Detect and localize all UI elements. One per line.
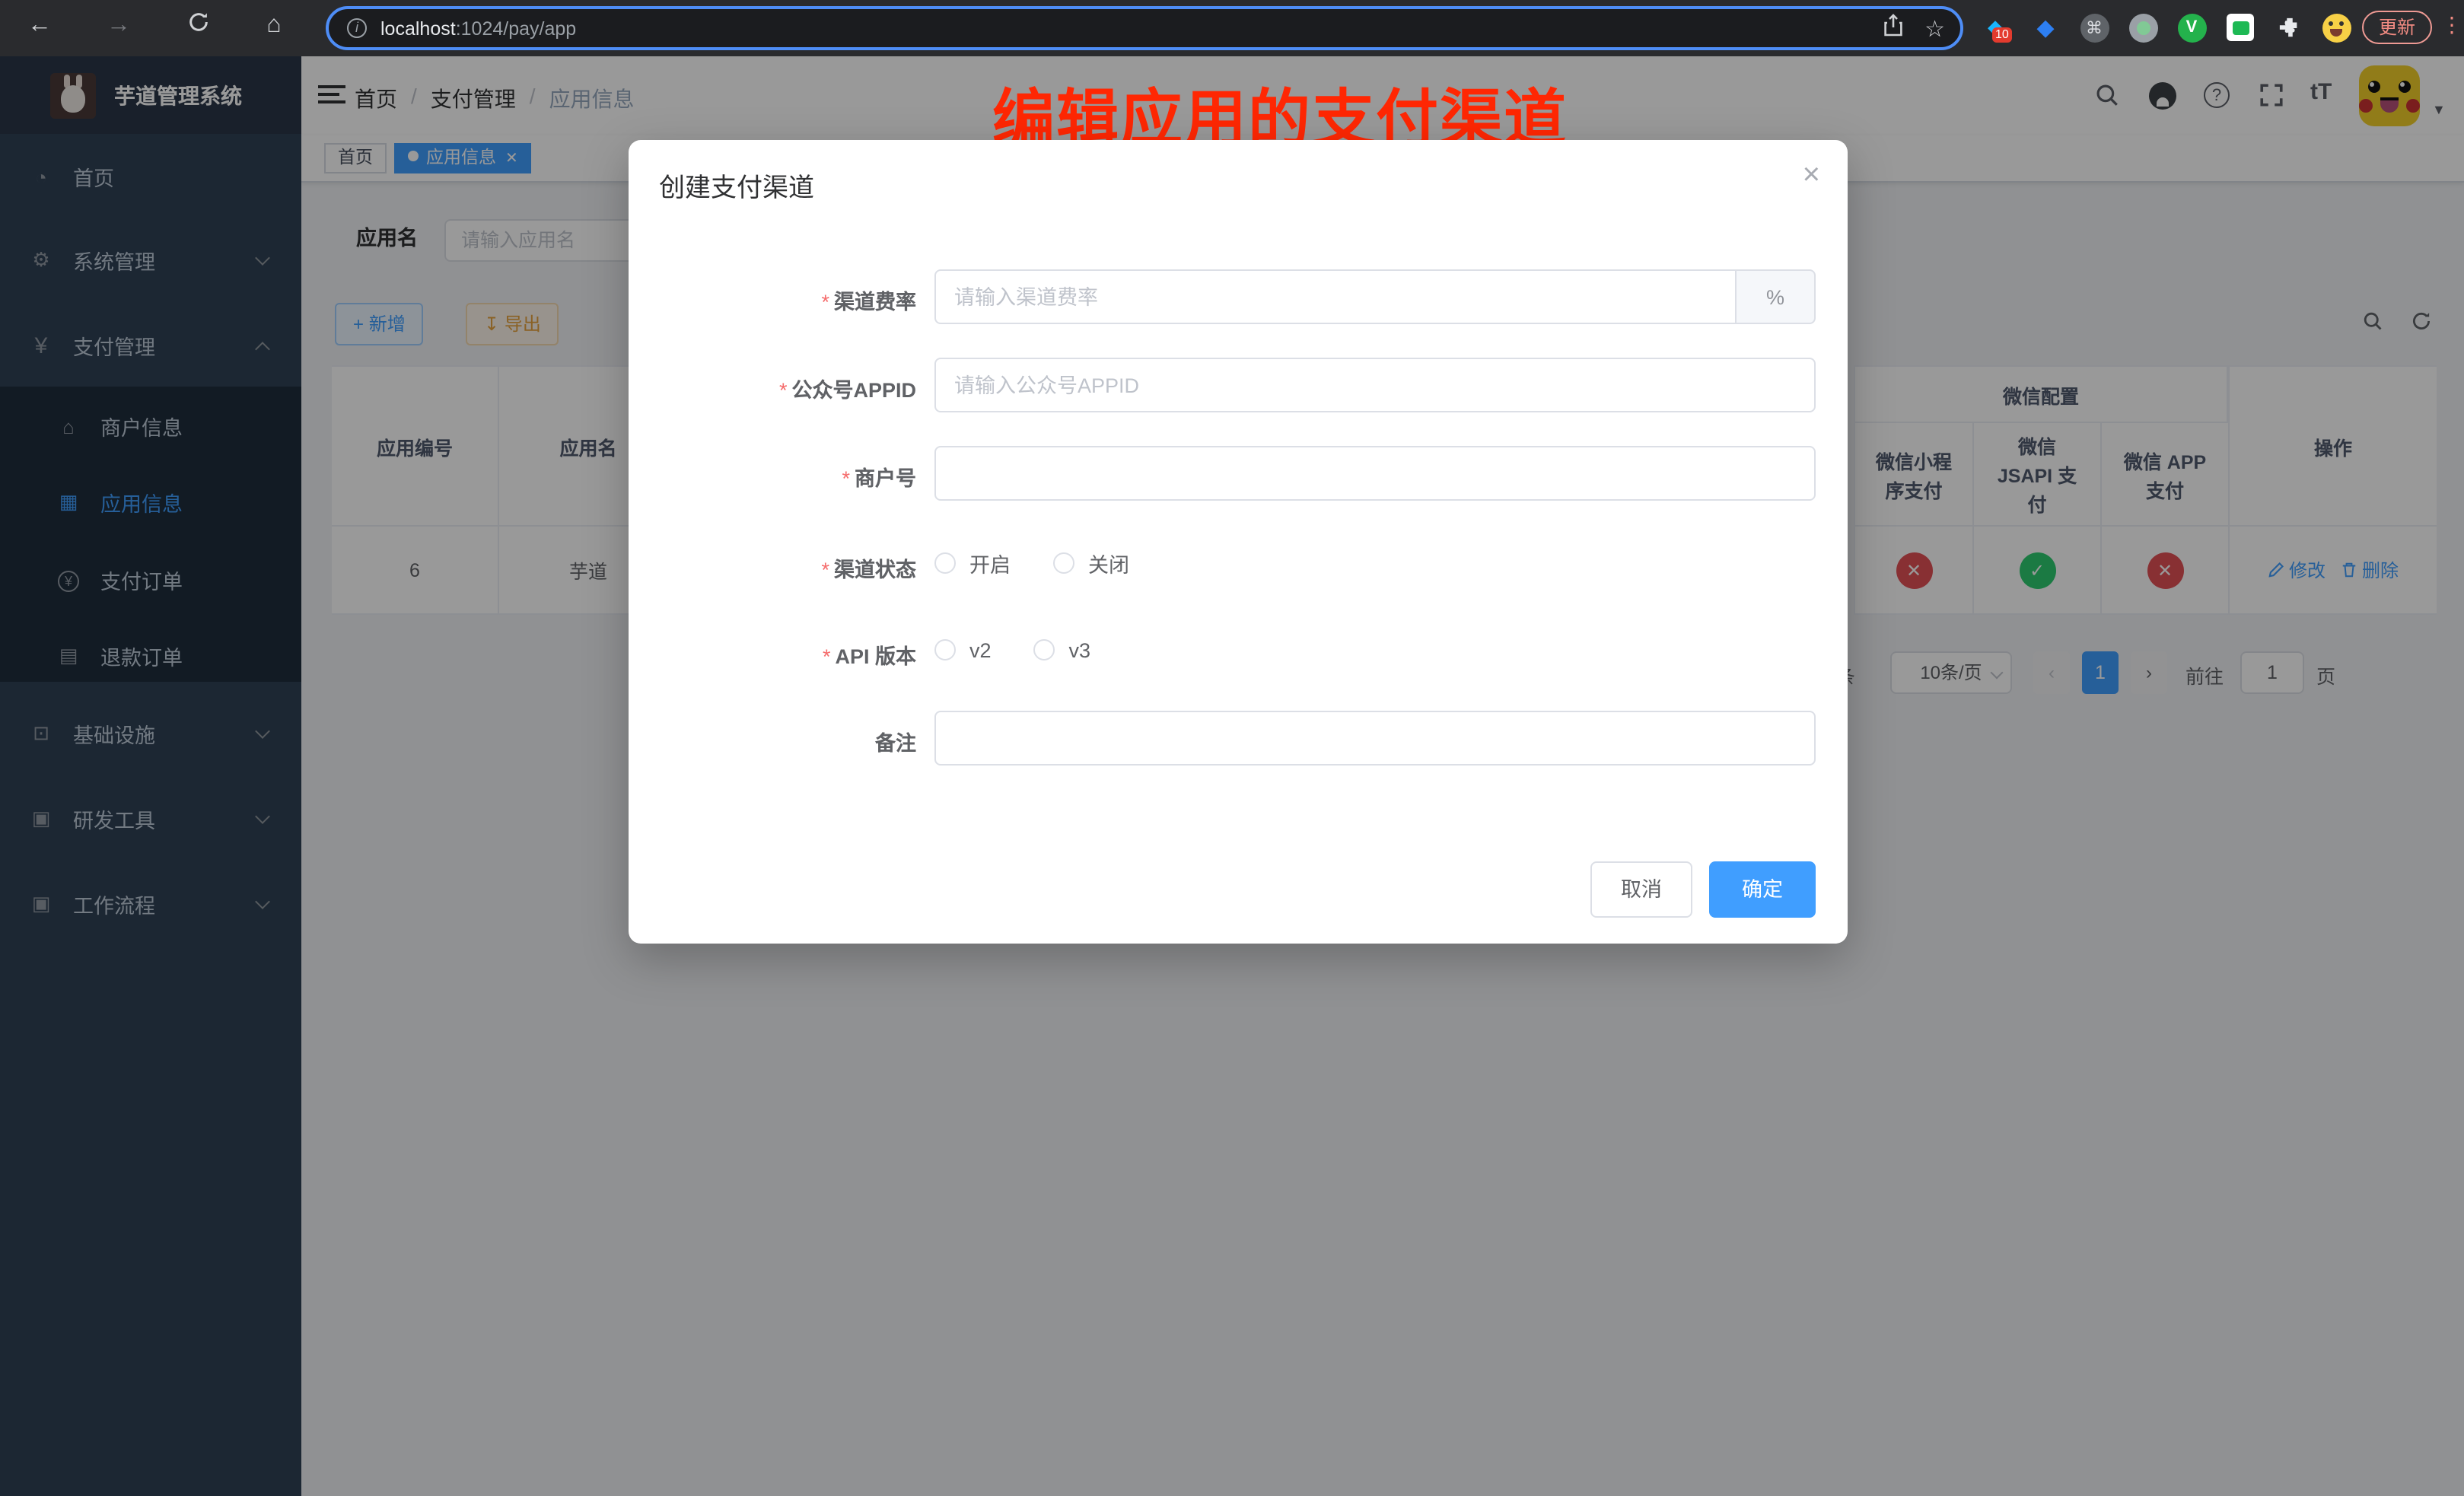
extension-icon-tasks[interactable]: ◆10 <box>1979 11 2012 44</box>
rate-input[interactable] <box>934 269 1737 324</box>
browser-menu-icon[interactable]: ⋮ <box>2441 12 2462 38</box>
profile-avatar-icon[interactable] <box>2319 11 2353 44</box>
back-icon[interactable]: ← <box>21 12 58 40</box>
url-bar[interactable]: i localhost:1024/pay/app ☆ <box>326 6 1963 50</box>
field-label-remark: 备注 <box>629 726 916 756</box>
confirm-button[interactable]: 确定 <box>1709 861 1816 918</box>
radio-icon <box>934 639 956 660</box>
appid-input[interactable] <box>934 358 1816 412</box>
browser-toolbar: ← → ⌂ i localhost:1024/pay/app ☆ ◆10 ◆ ⌘… <box>0 0 2464 56</box>
screen: ← → ⌂ i localhost:1024/pay/app ☆ ◆10 ◆ ⌘… <box>0 0 2464 1496</box>
radio-icon <box>934 552 956 574</box>
field-label-rate: *渠道费率 <box>629 285 916 315</box>
field-rate: % <box>934 269 1816 324</box>
share-icon[interactable] <box>1882 13 1903 43</box>
forward-icon[interactable]: → <box>100 12 137 40</box>
radio-status-closed[interactable]: 关闭 <box>1053 548 1129 578</box>
field-api-version: v2 v3 <box>934 629 1816 671</box>
rate-unit-append: % <box>1737 269 1816 324</box>
reload-icon[interactable] <box>180 11 216 41</box>
field-remark <box>934 711 1816 766</box>
field-merchant <box>934 446 1816 501</box>
site-info-icon[interactable]: i <box>347 18 367 38</box>
bookmark-star-icon[interactable]: ☆ <box>1924 14 1945 42</box>
extension-icon-command[interactable]: ⌘ <box>2077 11 2111 44</box>
extension-badge: 10 <box>1992 27 2012 43</box>
extension-icon-v[interactable]: V <box>2175 11 2208 44</box>
radio-icon <box>1034 639 1055 660</box>
url-text[interactable]: localhost:1024/pay/app <box>380 18 576 39</box>
merchant-input[interactable] <box>934 446 1816 501</box>
field-appid <box>934 358 1816 412</box>
create-channel-dialog: 创建支付渠道 × *渠道费率 % *公众号APPID *商户号 *渠道状态 开启… <box>629 140 1848 944</box>
browser-update-button[interactable]: 更新 <box>2362 11 2432 44</box>
extension-icon-record[interactable] <box>2126 11 2160 44</box>
extension-icon-chat[interactable] <box>2224 11 2257 44</box>
extension-icon-gem[interactable]: ◆ <box>2029 11 2062 44</box>
dialog-title: 创建支付渠道 <box>659 166 814 204</box>
field-label-api-version: *API 版本 <box>629 639 916 670</box>
radio-api-v3[interactable]: v3 <box>1034 638 1091 661</box>
field-label-merchant: *商户号 <box>629 461 916 492</box>
field-status: 开启 关闭 <box>934 542 1816 584</box>
extensions-puzzle-icon[interactable] <box>2272 11 2306 44</box>
radio-status-open[interactable]: 开启 <box>934 548 1011 578</box>
field-label-appid: *公众号APPID <box>629 373 916 403</box>
field-label-status: *渠道状态 <box>629 552 916 583</box>
radio-api-v2[interactable]: v2 <box>934 638 992 661</box>
home-icon[interactable]: ⌂ <box>256 12 292 40</box>
remark-input[interactable] <box>934 711 1816 766</box>
radio-icon <box>1053 552 1074 574</box>
dialog-close-icon[interactable]: × <box>1803 158 1820 193</box>
cancel-button[interactable]: 取消 <box>1590 861 1692 918</box>
